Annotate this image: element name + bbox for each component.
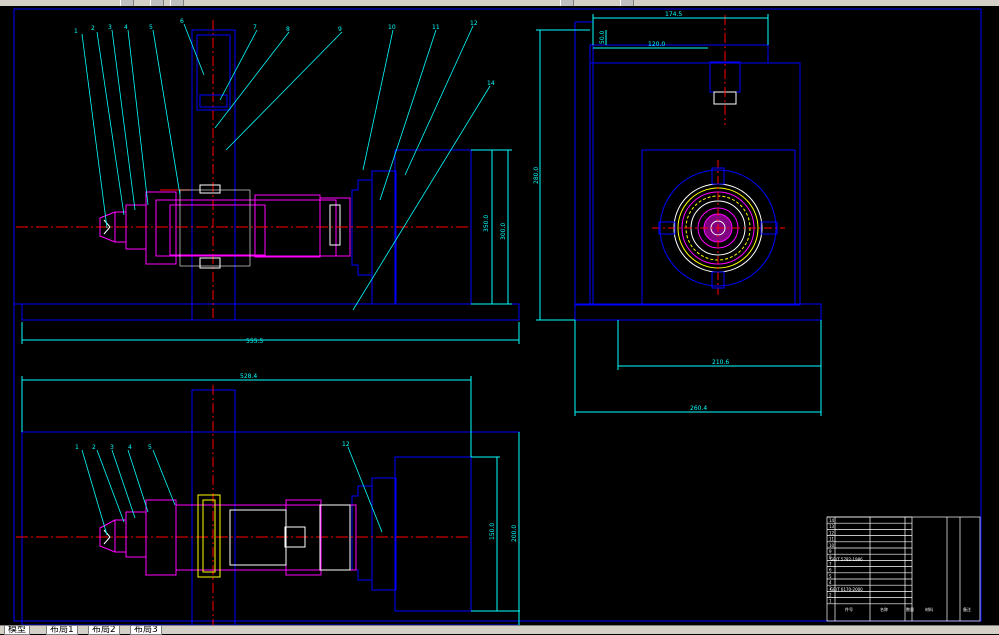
front-view: 555.5 350.0 300.0 1 2 3 4 5 6 7 8 9 10 1… (14, 18, 520, 345)
title-block-row-number: 6 (829, 568, 832, 573)
dim-main-width: 555.5 (246, 338, 263, 345)
callout-8: 8 (286, 26, 290, 33)
callout-9: 9 (338, 26, 342, 33)
footer-col-3: 数量 (906, 606, 914, 612)
callout-7: 7 (253, 24, 257, 31)
title-block (826, 516, 981, 622)
tab-layout-2[interactable]: 布局2 (88, 626, 120, 635)
callout-bottom-1: 1 (75, 444, 79, 451)
dim-bottom-width: 528.4 (240, 373, 257, 380)
callout-bottom-12: 12 (342, 441, 350, 448)
title-block-row-number: 5 (829, 574, 832, 579)
side-view: 174.5 120.0 280.0 210.6 260.4 50.0 (533, 11, 822, 416)
dim-side-base: 210.6 (712, 359, 729, 366)
footer-col-1: 件号 (845, 606, 853, 612)
title-block-row-number: 10 (829, 543, 835, 548)
callout-3: 3 (108, 24, 112, 31)
cad-drawing-canvas[interactable]: 555.5 350.0 300.0 1 2 3 4 5 6 7 8 9 10 1… (0, 0, 999, 625)
callout-12: 12 (470, 20, 478, 27)
dim-bottom-height-a: 150.0 (489, 523, 496, 540)
tab-model[interactable]: 模型 (4, 626, 31, 635)
title-block-row-number: 12 (829, 530, 835, 535)
callout-11: 11 (432, 24, 440, 31)
dim-main-height-b: 300.0 (500, 223, 507, 240)
callout-bottom-4: 4 (128, 444, 132, 451)
callout-1: 1 (74, 28, 78, 35)
callout-10: 10 (388, 24, 396, 31)
callout-4: 4 (124, 24, 128, 31)
dim-bottom-height-b: 200.0 (511, 525, 518, 542)
title-block-row-number: 9 (829, 549, 832, 554)
callout-14: 14 (487, 80, 495, 87)
title-block-row-number: 1 (829, 599, 832, 604)
callout-bottom-2: 2 (92, 444, 96, 451)
dim-main-height-a: 350.0 (483, 215, 490, 232)
tab-layout-1[interactable]: 布局1 (46, 626, 78, 635)
title-block-row-number: 14 (829, 518, 835, 523)
callout-5: 5 (149, 24, 153, 31)
dim-side-height: 280.0 (533, 167, 540, 184)
title-block-row-number: 2 (829, 592, 832, 597)
title-block-row-number: 4 (829, 580, 832, 585)
base-plate (21, 303, 520, 321)
footer-col-4: 材料 (925, 606, 933, 612)
top-view: 528.4 150.0 200.0 1 2 3 4 5 12 (16, 373, 520, 625)
footer-col-5: 备注 (963, 606, 971, 612)
title-block-row-number: 7 (829, 561, 832, 566)
callout-6: 6 (180, 18, 184, 25)
title-block-row-number: 13 (829, 524, 835, 529)
tab-layout-3[interactable]: 布局3 (130, 626, 162, 635)
callout-2: 2 (91, 25, 95, 32)
dim-side-top: 174.5 (665, 11, 682, 18)
callout-bottom-5: 5 (148, 444, 152, 451)
footer-col-2: 名称 (880, 606, 888, 612)
title-block-row-number: 11 (829, 537, 835, 542)
dim-side-base-total: 260.4 (690, 405, 707, 412)
dim-side-top2: 120.0 (648, 41, 665, 48)
dim-side-small: 50.0 (599, 30, 606, 44)
part-code-2: GB/T 6170-2000 (830, 587, 863, 592)
part-code-1: GB/T 5782-1986 (830, 557, 863, 562)
callout-bottom-3: 3 (110, 444, 114, 451)
